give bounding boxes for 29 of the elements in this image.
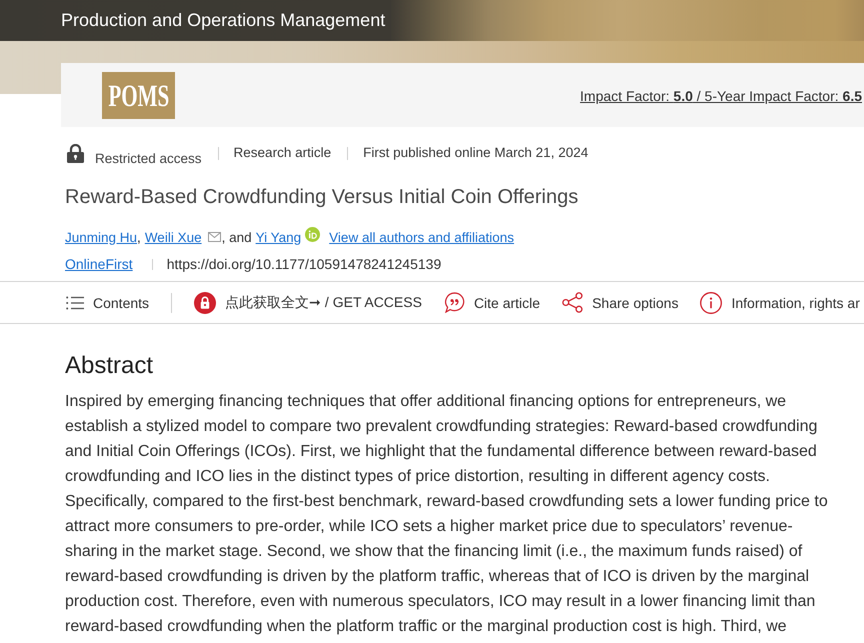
- access-status: Restricted access: [95, 150, 202, 168]
- lock-icon: [194, 292, 216, 314]
- author-separator: ,: [137, 230, 141, 244]
- abstract-text: Inspired by emerging financing techniques that offer additional financing options for entrepreneurs, we establish a stylized model to compare two prevalent crowdfunding strategies: Reward-based crowdfunding and Initial Coin Offerings (ICOs). First, we highlight that the fundamental difference between reward-based crowdfunding and ICO lies in the distinct types of price distortion, resulting in different agency costs. Specifically, compared to the first-best benchmark, reward-based crowdfunding sets a lower funding price to attract more consumers to pre-order, while ICO sets a higher market price due to speculators’ revenue-sharing in the market stage. Second, we show that the financing limit (i.e., the maximum funds raised) of reward-based crowdfunding is driven by the platform traffic, whereas that of ICO is driven by the marginal production cost. Therefore, even with numerous speculators, ICO may result in a lower financing limit than reward-based crowdfunding when the platform traffic or the marginal production cost is high. Third, we: [64, 392, 829, 637]
- get-access-button[interactable]: 点此获取全文➞ / GET ACCESS: [194, 292, 422, 314]
- author-link[interactable]: Junming Hu: [65, 230, 138, 244]
- id-icon[interactable]: [305, 226, 320, 242]
- onlinefirst-link[interactable]: OnlineFirst: [65, 256, 133, 272]
- padlock-icon: [67, 144, 84, 163]
- doi-text[interactable]: https://doi.org/10.1177/10591478241245139: [166, 256, 442, 272]
- publication-date: First published online March 21, 2024: [363, 144, 588, 162]
- journal-name[interactable]: Production and Operations Management: [61, 10, 386, 31]
- author-link[interactable]: Yi Yang: [256, 230, 302, 244]
- cite-button[interactable]: Cite article: [444, 292, 540, 313]
- contents-button[interactable]: Contents: [66, 294, 150, 310]
- info-button[interactable]: Information, rights ar: [700, 292, 860, 314]
- article-type: Research article: [234, 144, 332, 162]
- all-authors-link[interactable]: View all authors and affiliations: [329, 230, 514, 244]
- envelope-icon[interactable]: [208, 232, 221, 242]
- abstract-heading: Abstract: [64, 351, 154, 381]
- quote-bubble-icon: [444, 292, 465, 313]
- share-button[interactable]: Share options: [562, 292, 678, 313]
- author-separator: , and: [222, 230, 252, 244]
- share-icon: [562, 292, 584, 313]
- info-icon: [700, 292, 722, 314]
- impact-factor-link[interactable]: Impact Factor: 5.0 / 5-Year Impact Factor: 6.5: [580, 88, 862, 104]
- list-icon: [66, 296, 84, 310]
- article-title: Reward-Based Crowdfunding Versus Initial Coin Offerings: [64, 185, 580, 210]
- author-link[interactable]: Weili Xue: [144, 230, 202, 244]
